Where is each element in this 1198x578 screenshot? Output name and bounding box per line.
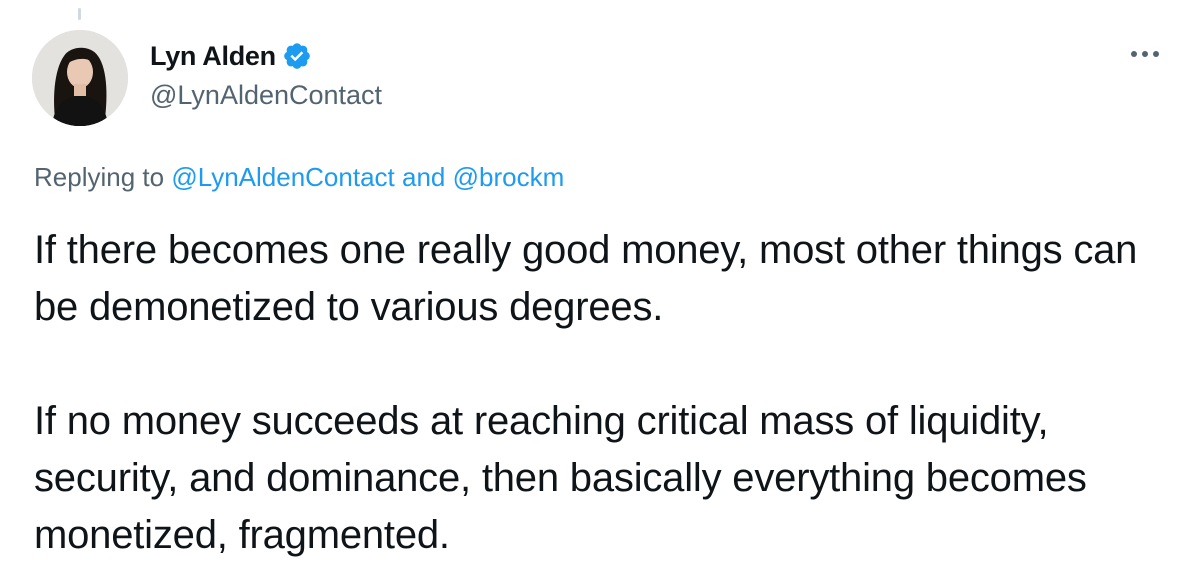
author-display-name[interactable]: Lyn Alden [150,41,276,72]
author-avatar[interactable] [32,30,128,126]
more-options-icon[interactable] [1128,44,1162,64]
tweet-text: If there becomes one really good money, … [34,222,1164,564]
verified-badge-icon [282,41,312,71]
tweet-paragraph: If there becomes one really good money, … [34,228,1138,329]
thread-connector-line [78,8,81,20]
author-info: Lyn Alden @LynAldenContact [150,38,382,111]
reply-context-prefix: Replying to [34,162,165,192]
reply-context: Replying to @LynAldenContact and @brockm [34,162,564,193]
reply-mention-brockm[interactable]: @brockm [453,162,565,192]
tweet-card: Lyn Alden @LynAldenContact Replying to @… [0,0,1198,578]
reply-mention-lynaldencontact[interactable]: @LynAldenContact [171,162,394,192]
author-handle[interactable]: @LynAldenContact [150,80,382,111]
author-name-row: Lyn Alden [150,38,382,74]
avatar-photo-icon [32,30,128,126]
tweet-paragraph: If no money succeeds at reaching critica… [34,399,1087,557]
reply-mention-conjunction[interactable]: and [402,162,445,192]
